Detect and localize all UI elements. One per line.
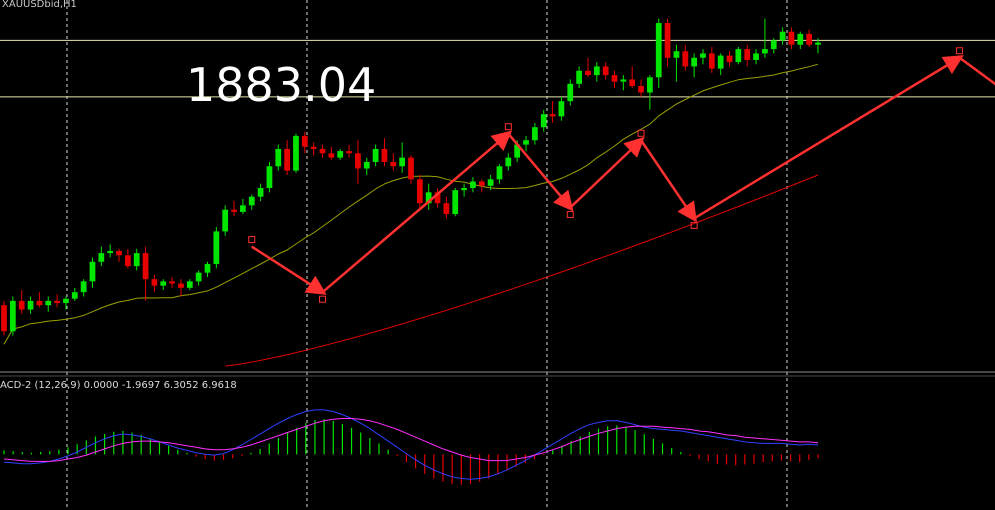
bear-candle[interactable]	[284, 148, 291, 171]
bear-candle[interactable]	[408, 157, 414, 180]
bull-candle[interactable]	[240, 205, 246, 212]
bear-candle[interactable]	[36, 300, 43, 306]
bull-candle[interactable]	[567, 83, 574, 102]
bull-candle[interactable]	[620, 79, 627, 82]
bear-candle[interactable]	[549, 114, 556, 117]
chart-background	[0, 0, 995, 510]
bull-candle[interactable]	[523, 140, 529, 145]
bull-candle[interactable]	[89, 261, 96, 282]
bull-candle[interactable]	[487, 179, 494, 186]
bear-candle[interactable]	[708, 53, 715, 69]
bull-candle[interactable]	[779, 31, 786, 41]
bull-candle[interactable]	[691, 57, 698, 67]
bull-candle[interactable]	[204, 263, 211, 273]
bear-candle[interactable]	[443, 203, 450, 215]
bear-candle[interactable]	[231, 209, 237, 212]
bull-candle[interactable]	[71, 292, 78, 299]
bull-candle[interactable]	[257, 188, 264, 197]
bear-candle[interactable]	[629, 79, 636, 86]
bull-candle[interactable]	[363, 161, 370, 169]
bear-candle[interactable]	[178, 283, 184, 288]
bull-candle[interactable]	[275, 148, 282, 167]
bull-candle[interactable]	[133, 253, 140, 267]
bear-candle[interactable]	[585, 70, 591, 76]
bear-candle[interactable]	[602, 66, 609, 76]
bear-candle[interactable]	[346, 151, 352, 154]
bear-candle[interactable]	[611, 75, 618, 82]
bull-candle[interactable]	[700, 53, 706, 58]
bear-candle[interactable]	[319, 148, 326, 154]
bull-candle[interactable]	[540, 114, 547, 128]
bull-candle[interactable]	[9, 300, 16, 332]
indicator-label: ACD-2 (12,26,9) 0.0000 -1.9697 6.3052 6.…	[0, 380, 237, 391]
bear-candle[interactable]	[744, 49, 751, 60]
bear-candle[interactable]	[664, 23, 671, 58]
bull-candle[interactable]	[266, 166, 273, 188]
price-chart[interactable]: XAUUSDbid,H1 1883.04 ACD-2 (12,26,9) 0.0…	[0, 0, 995, 510]
bull-candle[interactable]	[186, 281, 193, 288]
bear-candle[interactable]	[124, 255, 131, 267]
bear-candle[interactable]	[806, 33, 813, 45]
bull-candle[interactable]	[505, 157, 512, 167]
bear-candle[interactable]	[328, 153, 335, 158]
bull-candle[interactable]	[496, 166, 503, 180]
bear-candle[interactable]	[1, 305, 7, 332]
bear-candle[interactable]	[310, 146, 317, 149]
bull-candle[interactable]	[27, 300, 34, 310]
bull-candle[interactable]	[735, 49, 742, 63]
bear-candle[interactable]	[682, 51, 689, 67]
bull-candle[interactable]	[753, 53, 759, 60]
bull-candle[interactable]	[762, 49, 768, 54]
bull-candle[interactable]	[213, 231, 220, 264]
bull-candle[interactable]	[222, 209, 229, 232]
bull-candle[interactable]	[248, 196, 255, 206]
bear-candle[interactable]	[18, 300, 25, 310]
bull-candle[interactable]	[470, 181, 476, 188]
bull-candle[interactable]	[655, 23, 662, 78]
bull-candle[interactable]	[80, 281, 87, 293]
bull-candle[interactable]	[45, 300, 52, 306]
bear-candle[interactable]	[788, 31, 795, 45]
bull-candle[interactable]	[531, 127, 538, 141]
bull-candle[interactable]	[717, 55, 724, 69]
bull-candle[interactable]	[160, 281, 167, 286]
bull-candle[interactable]	[647, 77, 653, 93]
bull-candle[interactable]	[98, 253, 105, 262]
bull-candle[interactable]	[293, 135, 299, 171]
bear-candle[interactable]	[381, 148, 388, 162]
bear-candle[interactable]	[390, 161, 397, 167]
bear-candle[interactable]	[54, 300, 60, 304]
bull-candle[interactable]	[63, 298, 69, 304]
bear-candle[interactable]	[726, 55, 733, 63]
bull-candle[interactable]	[107, 250, 114, 254]
bull-candle[interactable]	[461, 188, 467, 191]
bull-candle[interactable]	[452, 190, 459, 215]
bear-candle[interactable]	[478, 181, 485, 186]
bull-candle[interactable]	[372, 148, 379, 162]
symbol-label: XAUUSDbid,H1	[2, 0, 77, 10]
bull-candle[interactable]	[337, 151, 344, 158]
bear-candle[interactable]	[301, 135, 308, 147]
bear-candle[interactable]	[142, 253, 149, 280]
price-annotation: 1883.04	[186, 58, 376, 112]
bull-candle[interactable]	[770, 40, 777, 50]
bear-candle[interactable]	[355, 153, 361, 169]
bear-candle[interactable]	[116, 250, 122, 256]
bull-candle[interactable]	[815, 42, 821, 45]
bull-candle[interactable]	[558, 101, 565, 117]
bear-candle[interactable]	[169, 281, 175, 284]
bull-candle[interactable]	[195, 272, 202, 282]
bear-candle[interactable]	[151, 279, 158, 286]
bull-candle[interactable]	[673, 51, 680, 58]
bull-candle[interactable]	[797, 33, 804, 45]
bear-candle[interactable]	[638, 85, 644, 93]
bear-candle[interactable]	[416, 179, 423, 204]
bull-candle[interactable]	[576, 70, 582, 84]
bull-candle[interactable]	[399, 157, 406, 167]
bull-candle[interactable]	[593, 66, 600, 76]
